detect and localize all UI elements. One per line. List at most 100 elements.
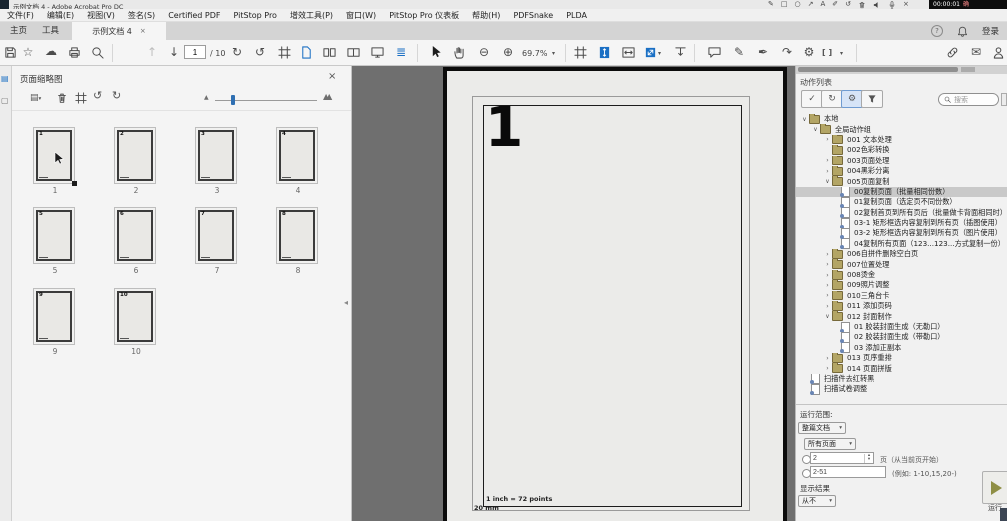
send-export-icon[interactable]: ↷ — [779, 45, 795, 59]
help-icon[interactable]: ? — [931, 25, 943, 37]
tree-item[interactable]: 01 胶装封面生成（无勒口） — [796, 322, 1007, 332]
ellipse-icon[interactable]: ○ — [795, 0, 801, 9]
panel-close-icon[interactable]: × — [328, 71, 336, 82]
tree-item[interactable]: 03-2 矩形框选内容复制到所有页（图片使用） — [796, 228, 1007, 238]
tree-item[interactable]: 02 胶装封面生成（带勒口） — [796, 332, 1007, 342]
microphone-icon[interactable] — [888, 1, 896, 9]
page-gear-icon[interactable]: ⚙ — [801, 45, 817, 59]
star-icon[interactable]: ☆ — [20, 45, 36, 59]
tree-item[interactable]: ›013 页序重排 — [796, 353, 1007, 363]
text-tool-icon[interactable]: A — [820, 0, 825, 9]
crop-pages-icon[interactable] — [276, 46, 292, 62]
fit-page-icon[interactable] — [596, 46, 612, 62]
zoom-caret-icon[interactable]: ▾ — [552, 50, 555, 57]
scope-document-select[interactable]: 整篇文档▾ — [798, 422, 846, 434]
settings-button[interactable]: ⚙ — [841, 90, 863, 108]
tree-item[interactable]: ›010三角台卡 — [796, 291, 1007, 301]
two-page-view-icon[interactable] — [345, 46, 361, 62]
measure-tool-icon[interactable] — [672, 46, 688, 62]
tree-item[interactable]: 03-1 矩形框选内容复制到所有页（插图使用） — [796, 218, 1007, 228]
tree-item[interactable]: 01复制页面（选定页不同份数） — [796, 197, 1007, 207]
scope-pages-select[interactable]: 所有页面▾ — [804, 438, 856, 450]
close-recorder-icon[interactable]: × — [903, 0, 909, 9]
tree-item[interactable]: 002色彩转换 — [796, 145, 1007, 155]
tree-item[interactable]: ›011 添加页码 — [796, 301, 1007, 311]
document-view[interactable]: 1 1 inch = 72 points 20 mm — [352, 66, 795, 521]
zoom-out-icon[interactable]: ⊖ — [476, 45, 492, 59]
tree-item[interactable]: ›003页面处理 — [796, 156, 1007, 166]
filter-button[interactable] — [861, 90, 883, 108]
page-thumbnail-2[interactable]: 22 — [114, 127, 156, 184]
horizontal-scrollbar[interactable] — [796, 66, 1007, 74]
page-thumbnail-3[interactable]: 33 — [195, 127, 237, 184]
show-results-select[interactable]: 从不▾ — [798, 495, 836, 507]
page-range-value[interactable] — [811, 469, 885, 476]
run-action-button[interactable] — [982, 471, 1007, 504]
menu-pitstop-dashboard[interactable]: PitStop Pro 仪表板 — [389, 10, 459, 21]
page-count-value[interactable] — [811, 455, 864, 462]
page-thumbnail-5[interactable]: 55 — [33, 207, 75, 264]
tree-item[interactable]: ∨005页面复制 — [796, 176, 1007, 186]
tree-item[interactable]: ›014 页面拼版 — [796, 363, 1007, 373]
zoom-level-value[interactable]: 69.7% — [522, 49, 547, 58]
menu-sign[interactable]: 签名(S) — [128, 10, 155, 21]
undo-icon[interactable]: ↺ — [845, 0, 851, 9]
bell-icon[interactable] — [957, 26, 968, 37]
menu-help[interactable]: 帮助(H) — [472, 10, 500, 21]
menu-pitstop-pro[interactable]: PitStop Pro — [234, 11, 277, 20]
thumbnails-rail-icon[interactable]: ▤ — [1, 74, 9, 83]
fit-visible-icon[interactable] — [642, 46, 658, 62]
fit-width-icon[interactable] — [620, 46, 636, 62]
print-icon[interactable] — [66, 46, 82, 62]
tree-item[interactable]: ›004黑彩分离 — [796, 166, 1007, 176]
collapse-panel-icon[interactable]: ◂ — [344, 298, 348, 307]
tree-item[interactable]: 扫描试卷调整 — [796, 384, 1007, 394]
page-thumbnail-1[interactable]: 1 1 — [33, 127, 75, 184]
stepper-arrows[interactable]: ▴▾ — [864, 454, 873, 463]
search-options-button[interactable] — [1001, 93, 1007, 106]
search-icon[interactable] — [89, 46, 105, 62]
tab-close-icon[interactable]: × — [140, 27, 146, 35]
previous-page-icon[interactable]: ↑ — [144, 45, 160, 59]
menu-file[interactable]: 文件(F) — [7, 10, 34, 21]
tree-item[interactable]: ›007位置处理 — [796, 259, 1007, 269]
menu-plda[interactable]: PLDA — [566, 11, 587, 20]
tab-tools[interactable]: 工具 — [36, 22, 65, 40]
pen-icon[interactable]: ✎ — [731, 45, 747, 59]
zoom-in-icon[interactable]: ⊕ — [500, 45, 516, 59]
next-page-icon[interactable]: ↓ — [166, 45, 182, 59]
link-icon[interactable] — [944, 46, 960, 62]
tab-document[interactable]: 示例文档 4 × — [72, 22, 166, 40]
rectangle-icon[interactable]: □ — [781, 0, 788, 9]
reading-mode-icon[interactable]: ≣ — [393, 45, 409, 59]
tree-item[interactable]: ›006自拼件删除空白页 — [796, 249, 1007, 259]
fit-caret-icon[interactable]: ▾ — [658, 50, 661, 57]
tree-item[interactable]: 02复制首页到所有页后（批量做卡背面相同时） — [796, 208, 1007, 218]
tab-home[interactable]: 主页 — [4, 22, 33, 40]
page-thumbnail-7[interactable]: 77 — [195, 207, 237, 264]
scrollbar-handle[interactable] — [798, 67, 958, 72]
rotate-ccw-icon[interactable]: ↺ — [252, 45, 268, 59]
menu-view[interactable]: 视图(V) — [87, 10, 115, 21]
trash-icon[interactable] — [858, 1, 866, 9]
menu-certified-pdf[interactable]: Certified PDF — [168, 11, 220, 20]
tree-item[interactable]: ∨012 封面制作 — [796, 311, 1007, 321]
user-icon[interactable] — [990, 46, 1006, 62]
menu-pdfsnake[interactable]: PDFSnake — [513, 11, 553, 20]
search-input[interactable]: 搜索 — [938, 93, 999, 106]
share-cloud-icon[interactable]: ☁ — [43, 44, 59, 58]
crop-marks-icon[interactable] — [572, 46, 588, 62]
page-thumbnail-10[interactable]: 1010 — [114, 288, 156, 345]
menu-plugins[interactable]: 增效工具(P) — [290, 10, 333, 21]
delete-pages-icon[interactable] — [56, 92, 68, 107]
comment-icon[interactable] — [706, 46, 722, 62]
arrow-icon[interactable]: ↗ — [808, 0, 814, 9]
mail-icon[interactable]: ✉ — [968, 45, 984, 59]
pencil-icon[interactable]: ✎ — [768, 0, 774, 9]
single-page-icon[interactable] — [298, 46, 314, 62]
speaker-icon[interactable] — [873, 1, 881, 9]
menu-edit[interactable]: 编辑(E) — [47, 10, 74, 21]
select-cursor-icon[interactable] — [428, 46, 444, 62]
tree-item[interactable]: ›009照片调整 — [796, 280, 1007, 290]
rotate-ccw-icon[interactable]: ↺ — [93, 90, 102, 102]
